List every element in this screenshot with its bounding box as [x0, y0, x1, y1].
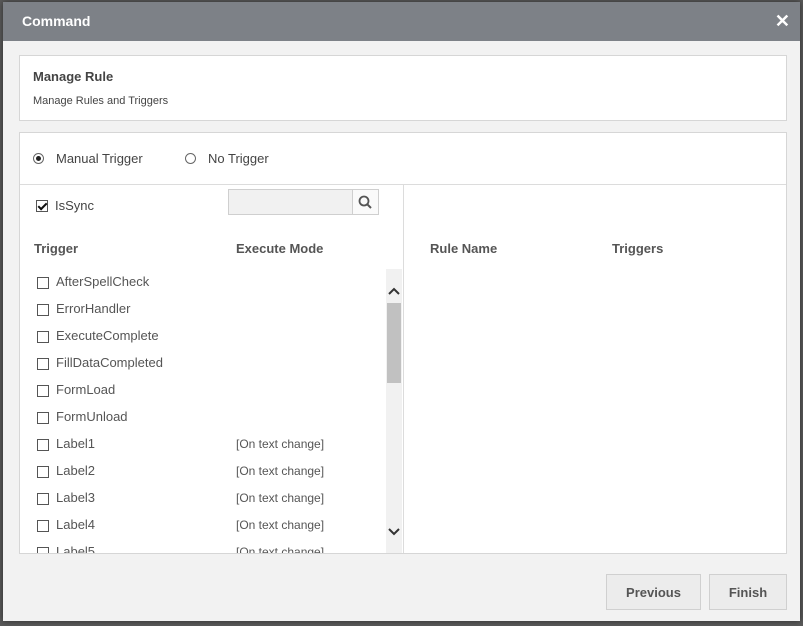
row-checkbox[interactable]: [37, 277, 49, 289]
list-item[interactable]: FormLoad: [20, 377, 386, 404]
list-item[interactable]: Label5 [On text change]: [20, 539, 386, 553]
close-icon[interactable]: ✕: [775, 11, 790, 31]
search-input[interactable]: [229, 190, 353, 214]
chevron-down-icon[interactable]: [386, 523, 402, 541]
radio-indicator[interactable]: [185, 153, 196, 164]
chevron-up-icon[interactable]: [386, 282, 402, 300]
trigger-name: ExecuteComplete: [56, 328, 159, 343]
row-checkbox[interactable]: [37, 412, 49, 424]
row-checkbox[interactable]: [37, 331, 49, 343]
trigger-type-row: Manual Trigger No Trigger: [20, 133, 786, 185]
scrollbar-thumb[interactable]: [387, 303, 401, 383]
issync-checkbox[interactable]: IsSync: [36, 198, 94, 213]
row-checkbox[interactable]: [37, 358, 49, 370]
row-checkbox[interactable]: [37, 520, 49, 532]
triggers-column-header[interactable]: Triggers: [612, 241, 663, 256]
trigger-name: FormUnload: [56, 409, 128, 424]
manual-trigger-radio[interactable]: Manual Trigger: [33, 151, 143, 166]
issync-check[interactable]: [36, 199, 48, 212]
manual-trigger-label: Manual Trigger: [56, 151, 143, 166]
manage-rule-subheading: Manage Rules and Triggers: [33, 95, 169, 107]
trigger-name: Label3: [56, 490, 96, 505]
manage-rule-panel: Manage Rule Manage Rules and Triggers: [19, 55, 787, 121]
list-item[interactable]: Label1 [On text change]: [20, 431, 386, 458]
execute-mode: [On text change]: [236, 491, 325, 505]
trigger-list-scrollbar[interactable]: [386, 269, 402, 553]
trigger-name: Label4: [56, 517, 96, 532]
trigger-name: FillDataCompleted: [56, 355, 163, 370]
list-item[interactable]: FormUnload: [20, 404, 386, 431]
previous-button[interactable]: Previous: [606, 574, 701, 610]
trigger-name: ErrorHandler: [56, 301, 131, 316]
list-item[interactable]: Label3 [On text change]: [20, 485, 386, 512]
trigger-name: AfterSpellCheck: [56, 274, 150, 289]
list-item[interactable]: ErrorHandler: [20, 296, 386, 323]
radio-selected-indicator[interactable]: [33, 153, 44, 164]
dialog-title: Command: [22, 13, 91, 29]
execute-mode-column-header[interactable]: Execute Mode: [236, 241, 323, 256]
execute-mode: [On text change]: [236, 545, 325, 553]
trigger-column-header[interactable]: Trigger: [34, 241, 78, 256]
trigger-name: Label2: [56, 463, 96, 478]
list-item[interactable]: Label4 [On text change]: [20, 512, 386, 539]
search-icon: [358, 195, 372, 209]
manage-rule-heading: Manage Rule: [33, 69, 114, 84]
trigger-name: Label1: [56, 436, 96, 451]
rule-name-column-header[interactable]: Rule Name: [430, 241, 497, 256]
row-checkbox[interactable]: [37, 439, 49, 451]
row-checkbox[interactable]: [37, 547, 49, 553]
execute-mode: [On text change]: [236, 437, 325, 451]
row-checkbox[interactable]: [37, 304, 49, 316]
list-item[interactable]: AfterSpellCheck: [20, 269, 386, 296]
execute-mode: [On text change]: [236, 464, 325, 478]
command-dialog: Command ✕ Manage Rule Manage Rules and T…: [3, 2, 800, 621]
no-trigger-radio[interactable]: No Trigger: [185, 151, 269, 166]
trigger-list: AfterSpellCheck ErrorHandler ExecuteComp…: [20, 269, 403, 553]
finish-button[interactable]: Finish: [709, 574, 787, 610]
row-checkbox[interactable]: [37, 493, 49, 505]
row-checkbox[interactable]: [37, 466, 49, 478]
dialog-titlebar: Command ✕: [3, 2, 800, 41]
trigger-search: [228, 189, 379, 215]
issync-label: IsSync: [55, 198, 95, 213]
row-checkbox[interactable]: [37, 385, 49, 397]
execute-mode: [On text change]: [236, 518, 325, 532]
search-button[interactable]: [352, 190, 378, 214]
no-trigger-label: No Trigger: [208, 151, 269, 166]
trigger-name: Label5: [56, 544, 96, 553]
rule-editor-panel: Manual Trigger No Trigger IsSync Trigger…: [19, 132, 787, 554]
trigger-name: FormLoad: [56, 382, 116, 397]
trigger-list-pane: IsSync Trigger Execute Mode AfterSpellCh…: [20, 185, 404, 553]
list-item[interactable]: FillDataCompleted: [20, 350, 386, 377]
list-item[interactable]: ExecuteComplete: [20, 323, 386, 350]
list-item[interactable]: Label2 [On text change]: [20, 458, 386, 485]
